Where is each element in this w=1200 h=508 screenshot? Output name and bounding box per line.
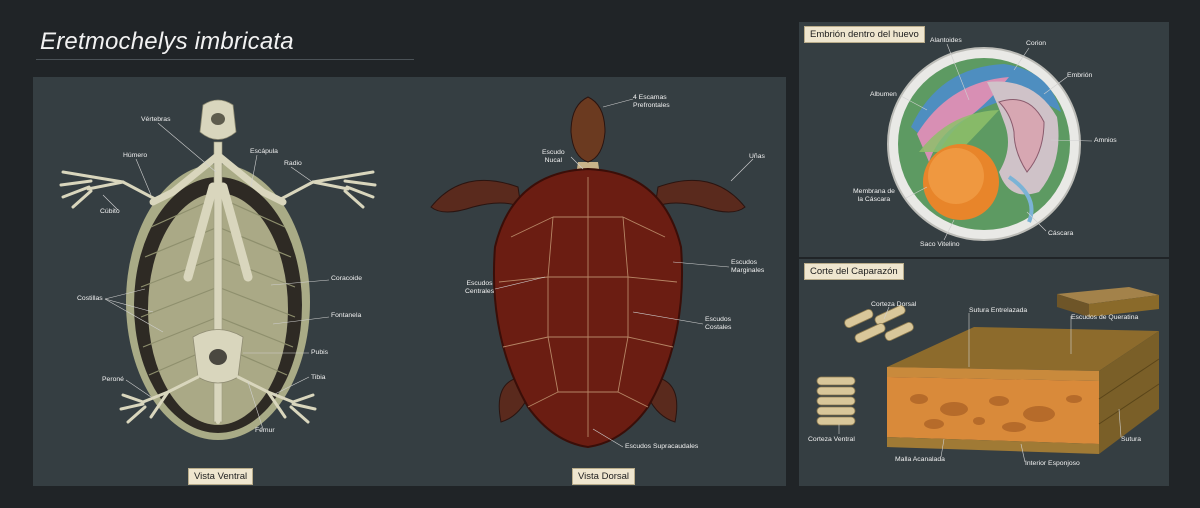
label-prefrontales: 4 Escamas Prefrontales bbox=[633, 94, 670, 109]
label-escudos-marginales: Escudos Marginales bbox=[731, 259, 765, 274]
label-corteza-ventral: Corteza Ventral bbox=[808, 436, 855, 443]
label-cubito: Cúbito bbox=[100, 208, 120, 215]
label-vertebras: Vértebras bbox=[141, 116, 171, 123]
label-femur: Fémur bbox=[255, 427, 275, 434]
label-interior-esponjoso: Interior Esponjoso bbox=[1025, 460, 1080, 467]
dorsal-turtle bbox=[430, 96, 746, 449]
label-radio: Radio bbox=[284, 160, 302, 167]
label-membrana: Membrana de la Cáscara bbox=[853, 188, 895, 203]
label-corteza-dorsal: Corteza Dorsal bbox=[871, 301, 917, 308]
title-divider bbox=[36, 59, 414, 60]
label-sutura-entrelazada: Sutura Entrelazada bbox=[969, 307, 1028, 314]
label-escudos-centrales: Escudos Centrales bbox=[465, 280, 495, 295]
caption-vista-ventral: Vista Ventral bbox=[188, 468, 254, 485]
turtle-anatomy-drawing bbox=[59, 96, 754, 449]
turtle-anatomy-panel: Vértebras Húmero Escápula Radio Cúbito C… bbox=[33, 77, 786, 486]
label-malla-acanalada: Malla Acanalada bbox=[895, 456, 945, 463]
ventral-skeleton bbox=[59, 99, 377, 440]
label-humero: Húmero bbox=[123, 152, 148, 159]
label-tibia: Tibia bbox=[311, 374, 326, 381]
label-unas: Uñas bbox=[749, 153, 765, 160]
shell-section-panel: Corte del Caparazón Corteza Dorsal Sutur… bbox=[799, 259, 1169, 486]
label-escudo-nucal: Escudo Nucal bbox=[542, 149, 565, 164]
label-coracoide: Coracoide bbox=[331, 275, 362, 282]
label-escudos-costales: Escudos Costales bbox=[705, 316, 732, 331]
label-albumen: Albumen bbox=[870, 91, 897, 98]
label-saco-vitelino: Saco Vitelino bbox=[920, 241, 960, 248]
label-escudos-supracaudales: Escudos Supracaudales bbox=[625, 443, 699, 450]
label-corion: Corion bbox=[1026, 40, 1047, 47]
label-escapula: Escápula bbox=[250, 148, 278, 155]
label-escudos-queratina: Escudos de Queratina bbox=[1071, 314, 1139, 321]
label-perone: Peroné bbox=[102, 376, 124, 383]
page-title: Eretmochelys imbricata bbox=[40, 28, 294, 55]
embryo-panel: Embrión dentro del huevo Alantoides Cori… bbox=[799, 22, 1169, 257]
label-alantoides: Alantoides bbox=[930, 37, 962, 44]
label-cascara: Cáscara bbox=[1048, 230, 1074, 237]
label-amnios: Amnios bbox=[1094, 137, 1117, 144]
label-embrion: Embrión bbox=[1067, 72, 1093, 79]
caption-vista-dorsal: Vista Dorsal bbox=[572, 468, 636, 485]
shell-leaders bbox=[838, 306, 1122, 463]
label-fontanela: Fontanela bbox=[331, 312, 362, 319]
label-costillas: Costillas bbox=[77, 295, 103, 302]
label-pubis: Pubis bbox=[311, 349, 329, 356]
label-sutura: Sutura bbox=[1121, 436, 1142, 443]
